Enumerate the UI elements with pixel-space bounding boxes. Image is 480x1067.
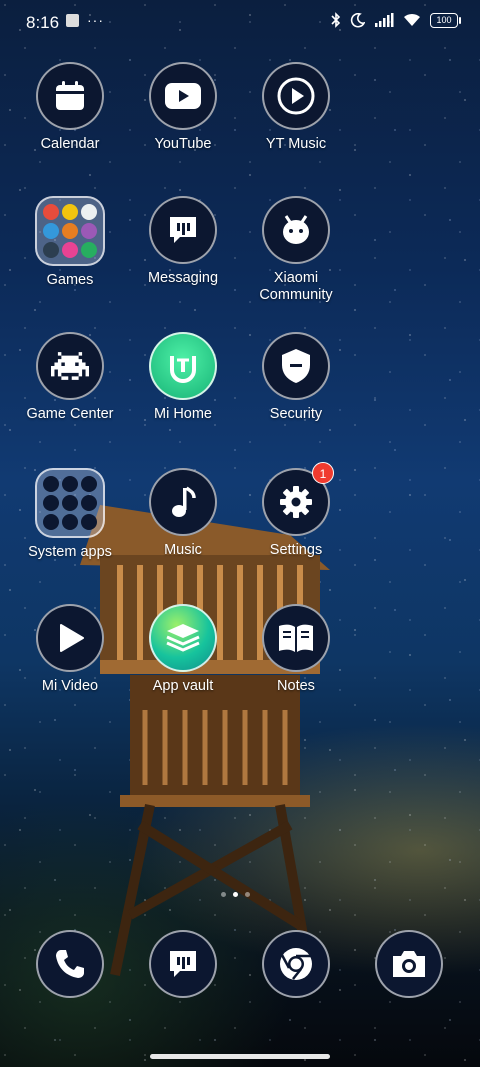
app-mi-home[interactable]: Mi Home bbox=[123, 332, 243, 423]
page-indicator[interactable] bbox=[221, 892, 250, 897]
app-label: Game Center bbox=[26, 406, 114, 422]
app-label: Notes bbox=[277, 678, 315, 694]
mi-home-icon bbox=[149, 332, 217, 400]
app-settings[interactable]: 1 Settings bbox=[236, 462, 356, 559]
play-icon bbox=[36, 604, 104, 672]
messaging-icon bbox=[149, 930, 217, 998]
signal-icon bbox=[375, 13, 394, 27]
more-notifications-icon: ··· bbox=[87, 12, 104, 28]
bluetooth-icon bbox=[331, 12, 341, 28]
games-folder-icon bbox=[35, 196, 105, 266]
dnd-moon-icon bbox=[350, 12, 365, 27]
app-label: Mi Video bbox=[41, 678, 99, 694]
app-label: Xiaomi Community bbox=[259, 270, 333, 303]
phone-icon bbox=[36, 930, 104, 998]
status-time: 8:16 bbox=[26, 13, 60, 32]
app-label: Security bbox=[269, 406, 323, 422]
app-label: Calendar bbox=[40, 136, 100, 152]
xiaomi-community-icon bbox=[262, 196, 330, 264]
yt-music-icon bbox=[262, 62, 330, 130]
calendar-icon bbox=[36, 62, 104, 130]
app-app-vault[interactable]: App vault bbox=[123, 604, 243, 695]
wifi-icon bbox=[404, 13, 420, 26]
dock-chrome[interactable] bbox=[262, 930, 330, 998]
music-icon bbox=[149, 468, 217, 536]
app-label: Music bbox=[164, 542, 202, 558]
chrome-icon bbox=[262, 930, 330, 998]
page-dot-active[interactable] bbox=[233, 892, 238, 897]
app-vault-icon bbox=[149, 604, 217, 672]
app-label: YouTube bbox=[154, 136, 212, 152]
page-dot[interactable] bbox=[245, 892, 250, 897]
app-label: YT Music bbox=[265, 136, 327, 152]
app-yt-music[interactable]: YT Music bbox=[236, 62, 356, 153]
system-apps-folder-icon bbox=[35, 468, 105, 538]
app-mi-video[interactable]: Mi Video bbox=[10, 604, 130, 695]
gear-icon: 1 bbox=[262, 462, 334, 536]
notification-icons: ··· bbox=[66, 12, 104, 28]
wallpaper-tower bbox=[80, 505, 330, 977]
app-label: Games bbox=[46, 272, 94, 288]
app-label: Settings bbox=[269, 542, 323, 558]
app-music[interactable]: Music bbox=[123, 468, 243, 559]
app-notes[interactable]: Notes bbox=[236, 604, 356, 695]
notification-badge: 1 bbox=[312, 462, 334, 484]
dock-phone[interactable] bbox=[36, 930, 104, 998]
status-icons: 100 bbox=[331, 12, 461, 28]
notes-icon bbox=[262, 604, 330, 672]
app-game-center[interactable]: Game Center bbox=[10, 332, 130, 423]
app-label: Messaging bbox=[147, 270, 219, 286]
youtube-icon bbox=[149, 62, 217, 130]
game-center-icon bbox=[36, 332, 104, 400]
app-calendar[interactable]: Calendar bbox=[10, 62, 130, 153]
security-icon bbox=[262, 332, 330, 400]
page-dot[interactable] bbox=[221, 892, 226, 897]
app-label: Mi Home bbox=[153, 406, 212, 422]
app-xiaomi-community[interactable]: Xiaomi Community bbox=[236, 196, 356, 304]
app-youtube[interactable]: YouTube bbox=[123, 62, 243, 153]
app-label: System apps bbox=[28, 544, 112, 560]
app-security[interactable]: Security bbox=[236, 332, 356, 423]
dock-camera[interactable] bbox=[375, 930, 443, 998]
app-label: App vault bbox=[152, 678, 214, 694]
camera-icon bbox=[375, 930, 443, 998]
gesture-navigation-bar[interactable] bbox=[150, 1054, 330, 1059]
folder-system-apps[interactable]: System apps bbox=[10, 468, 130, 561]
app-messaging[interactable]: Messaging bbox=[123, 196, 243, 287]
battery-icon: 100 bbox=[430, 12, 461, 28]
dock-messaging[interactable] bbox=[149, 930, 217, 998]
status-bar: 8:16 ··· 100 bbox=[0, 0, 480, 44]
notification-square-icon bbox=[66, 13, 79, 27]
messaging-icon bbox=[149, 196, 217, 264]
folder-games[interactable]: Games bbox=[10, 196, 130, 289]
